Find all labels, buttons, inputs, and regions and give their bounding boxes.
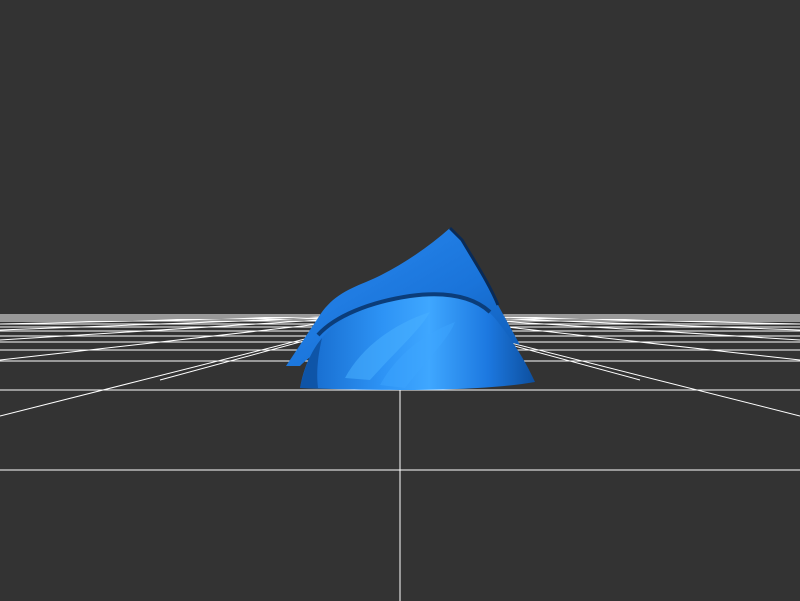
viewport-canvas[interactable]: [0, 0, 800, 601]
3d-viewport[interactable]: [0, 0, 800, 601]
